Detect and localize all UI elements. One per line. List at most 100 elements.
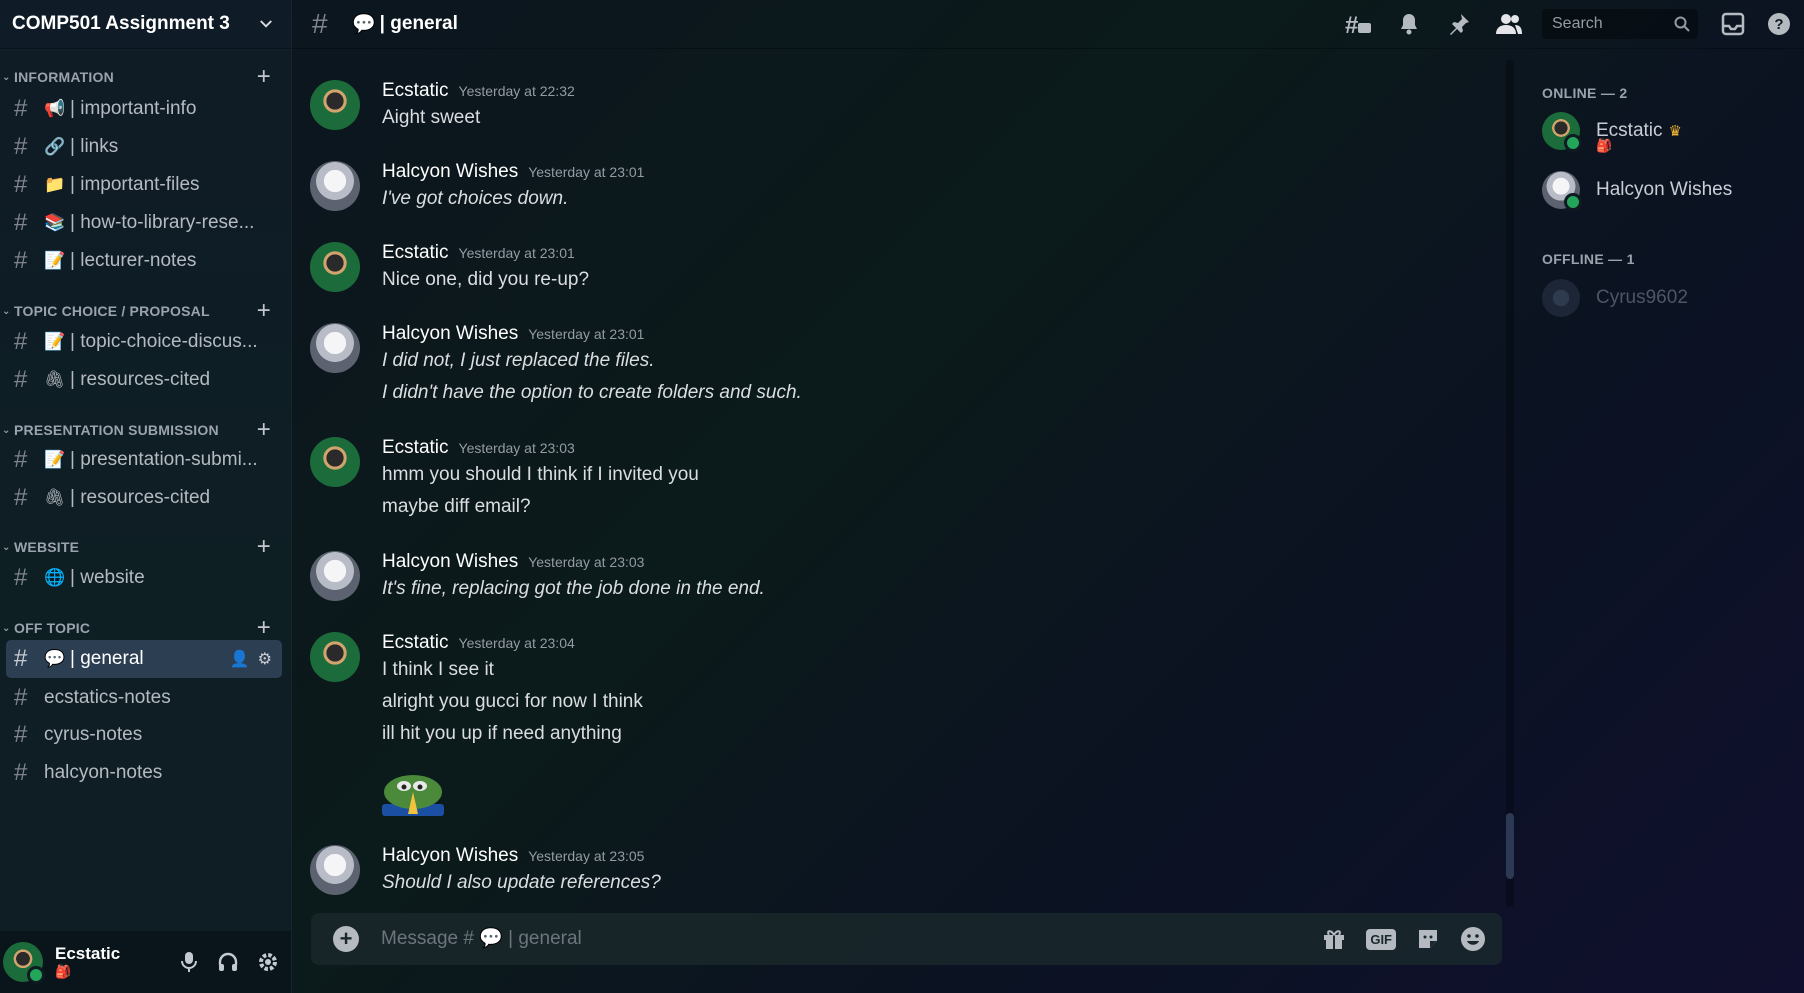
- search-box[interactable]: [1542, 9, 1698, 39]
- avatar[interactable]: [310, 437, 360, 487]
- channel-links[interactable]: # 🔗 | links: [6, 128, 282, 166]
- member-ecstatic[interactable]: Ecstatic ♛ 🎒: [1542, 108, 1682, 154]
- pin-icon[interactable]: [1444, 9, 1474, 39]
- inbox-icon[interactable]: [1718, 9, 1748, 39]
- channel-important-info[interactable]: # 📢 | important-info: [6, 90, 282, 128]
- channel-important-files[interactable]: # 📁 | important-files: [6, 166, 282, 204]
- hash-icon: #: [14, 366, 28, 393]
- message-group: Halcyon Wishes Yesterday at 23:01 I did …: [310, 323, 1488, 413]
- category-label: PRESENTATION SUBMISSION: [14, 422, 219, 438]
- search-input[interactable]: [1550, 14, 1664, 34]
- user-panel: Ecstatic 🎒: [0, 931, 291, 993]
- gear-icon[interactable]: [257, 951, 279, 973]
- add-channel-icon[interactable]: +: [257, 418, 271, 442]
- hash-icon: #: [14, 484, 28, 511]
- message-timestamp: Yesterday at 23:03: [528, 554, 645, 570]
- member-cyrus9602[interactable]: Cyrus9602: [1542, 275, 1688, 321]
- avatar[interactable]: [310, 632, 360, 682]
- invite-icon[interactable]: 👤: [230, 649, 250, 669]
- message-group: Ecstatic Yesterday at 23:01 Nice one, di…: [310, 242, 1488, 302]
- member-halcyon-wishes[interactable]: Halcyon Wishes: [1542, 167, 1732, 213]
- avatar[interactable]: [310, 845, 360, 895]
- message-author[interactable]: Ecstatic: [382, 632, 449, 654]
- channel-resources-cited[interactable]: # 🖇 | resources-cited: [6, 361, 282, 399]
- channel-resources-cited-2[interactable]: # 🖇 | resources-cited: [6, 479, 282, 517]
- gear-icon[interactable]: ⚙: [258, 649, 272, 669]
- category-website[interactable]: ⌄ WEBSITE +: [0, 535, 291, 559]
- emoji-icon[interactable]: [1460, 926, 1486, 952]
- channel-emoji: 📝: [44, 450, 66, 469]
- avatar[interactable]: [310, 161, 360, 211]
- sticker-icon[interactable]: [1416, 927, 1440, 951]
- add-channel-icon[interactable]: +: [257, 299, 271, 323]
- microphone-icon[interactable]: [179, 951, 199, 973]
- current-user-name[interactable]: Ecstatic: [55, 944, 120, 964]
- message-timestamp: Yesterday at 23:03: [458, 440, 575, 456]
- channel-label: | resources-cited: [70, 369, 211, 390]
- add-channel-icon[interactable]: +: [257, 616, 271, 640]
- avatar[interactable]: [310, 323, 360, 373]
- avatar[interactable]: [1542, 112, 1582, 152]
- message-list[interactable]: Ecstatic Yesterday at 22:32 Aight sweet …: [292, 49, 1508, 905]
- channel-emoji: 📝: [44, 251, 66, 270]
- message-author[interactable]: Ecstatic: [382, 242, 449, 264]
- channel-emoji: 📚: [44, 213, 66, 232]
- online-status-dot: [27, 966, 45, 984]
- help-icon[interactable]: ?: [1764, 9, 1794, 39]
- gift-icon[interactable]: [1322, 927, 1346, 951]
- avatar[interactable]: [310, 80, 360, 130]
- avatar[interactable]: [310, 242, 360, 292]
- pepe-praying-sticker[interactable]: [382, 770, 444, 816]
- hash-icon: #: [14, 759, 28, 786]
- message-text: alright you gucci for now I think: [382, 691, 643, 712]
- headphones-icon[interactable]: [217, 951, 239, 973]
- message-author[interactable]: Halcyon Wishes: [382, 161, 518, 183]
- message-timestamp: Yesterday at 23:05: [528, 848, 645, 864]
- channel-how-to-library[interactable]: # 📚 | how-to-library-rese...: [6, 204, 282, 242]
- channel-list[interactable]: ⌄ INFORMATION + # 📢 | important-info # 🔗…: [0, 49, 291, 929]
- message-text: I've got choices down.: [382, 188, 569, 209]
- bell-icon[interactable]: [1394, 9, 1424, 39]
- avatar[interactable]: [3, 942, 45, 984]
- channel-general[interactable]: # 💬 | general 👤 ⚙: [6, 640, 282, 678]
- scrollbar-track[interactable]: [1506, 60, 1514, 907]
- message-author[interactable]: Ecstatic: [382, 80, 449, 102]
- hash-icon: #: [14, 721, 28, 748]
- channel-label: | links: [70, 136, 119, 157]
- hash-icon: #: [312, 8, 328, 39]
- category-presentation-submission[interactable]: ⌄ PRESENTATION SUBMISSION +: [0, 418, 291, 442]
- add-channel-icon[interactable]: +: [257, 65, 271, 89]
- message-author[interactable]: Halcyon Wishes: [382, 845, 518, 867]
- category-off-topic[interactable]: ⌄ OFF TOPIC +: [0, 616, 291, 640]
- category-topic-choice[interactable]: ⌄ TOPIC CHOICE / PROPOSAL +: [0, 299, 291, 323]
- server-header[interactable]: COMP501 Assignment 3: [0, 0, 291, 49]
- channel-topic-choice-discussion[interactable]: # 📝 | topic-choice-discus...: [6, 323, 282, 361]
- message-author[interactable]: Halcyon Wishes: [382, 323, 518, 345]
- add-attachment-button[interactable]: +: [333, 926, 359, 952]
- channel-ecstatics-notes[interactable]: # ecstatics-notes: [6, 679, 282, 717]
- category-information[interactable]: ⌄ INFORMATION +: [0, 65, 291, 89]
- server-name: COMP501 Assignment 3: [12, 13, 230, 34]
- channel-cyrus-notes[interactable]: # cyrus-notes: [6, 716, 282, 754]
- message-author[interactable]: Ecstatic: [382, 437, 449, 459]
- threads-icon[interactable]: #: [1344, 9, 1374, 39]
- channel-label: halcyon-notes: [44, 762, 163, 783]
- gif-button[interactable]: GIF: [1366, 928, 1396, 950]
- channel-website[interactable]: # 🌐 | website: [6, 559, 282, 597]
- avatar[interactable]: [1542, 171, 1582, 211]
- channel-lecturer-notes[interactable]: # 📝 | lecturer-notes: [6, 242, 282, 280]
- message-input[interactable]: [379, 927, 1323, 951]
- channel-label: | website: [70, 567, 145, 588]
- search-icon[interactable]: [1674, 16, 1690, 32]
- crown-icon: ♛: [1668, 123, 1682, 140]
- scrollbar-thumb[interactable]: [1506, 813, 1514, 879]
- message-author[interactable]: Halcyon Wishes: [382, 551, 518, 573]
- avatar[interactable]: [310, 551, 360, 601]
- avatar[interactable]: [1542, 279, 1580, 317]
- hash-icon: #: [14, 328, 28, 355]
- members-icon[interactable]: [1494, 9, 1524, 39]
- chevron-down-icon[interactable]: [257, 15, 275, 33]
- channel-halcyon-notes[interactable]: # halcyon-notes: [6, 754, 282, 792]
- add-channel-icon[interactable]: +: [257, 535, 271, 559]
- channel-presentation-submission[interactable]: # 📝 | presentation-submi...: [6, 441, 282, 479]
